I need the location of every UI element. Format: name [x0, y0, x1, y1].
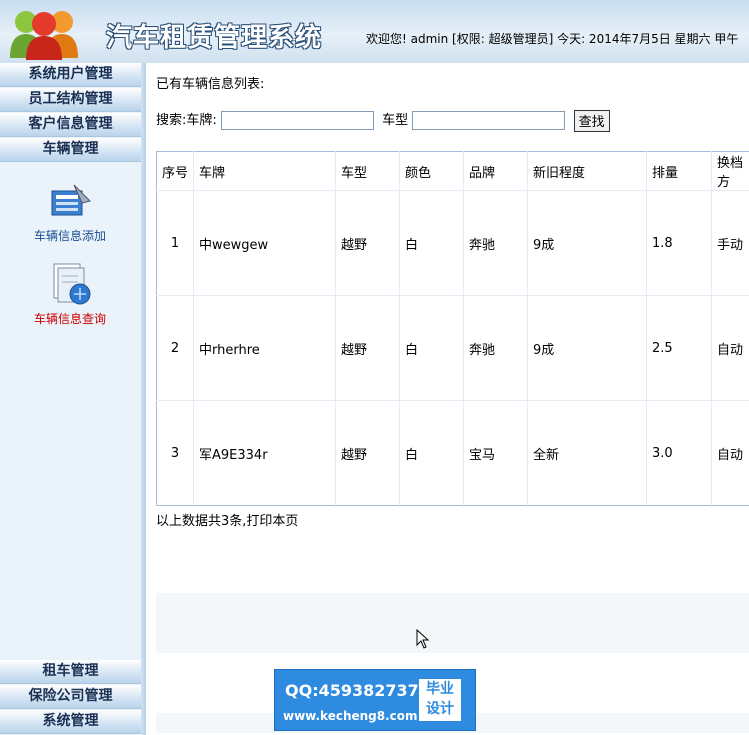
cell-index: 2	[156, 295, 194, 401]
mouse-cursor-icon	[416, 629, 430, 649]
list-heading: 已有车辆信息列表:	[156, 77, 265, 92]
main-content: 已有车辆信息列表: 搜索:车牌: 车型 查找 序号 车牌 车型 颜色 品牌 新旧…	[146, 63, 749, 735]
cell-brand: 宝马	[463, 400, 528, 506]
cell-type: 越野	[335, 400, 400, 506]
cell-condition: 全新	[527, 400, 647, 506]
cell-transmission: 手动	[711, 190, 749, 296]
app-header: 汽车租赁管理系统 欢迎您! admin [权限: 超级管理员] 今天: 2014…	[0, 0, 749, 64]
menu-system-users[interactable]: 系统用户管理	[0, 63, 141, 87]
sidebar: 系统用户管理 员工结构管理 客户信息管理 车辆管理 车辆信息添加 车辆信息查询 …	[0, 63, 141, 735]
watermark-badge: QQ:459382737 www.kecheng8.com 毕业 设计	[274, 669, 476, 731]
cell-displacement: 1.8	[646, 190, 712, 296]
cell-plate: 中wewgew	[193, 190, 336, 296]
cell-type: 越野	[335, 190, 400, 296]
cell-color: 白	[399, 400, 464, 506]
app-title: 汽车租赁管理系统	[106, 23, 323, 53]
col-plate: 车牌	[193, 151, 336, 191]
plate-search-input[interactable]	[220, 111, 374, 130]
menu-customer-info[interactable]: 客户信息管理	[0, 113, 141, 137]
cell-index: 3	[156, 400, 194, 506]
menu-insurance-company[interactable]: 保险公司管理	[0, 685, 141, 709]
tool-add-vehicle-label: 车辆信息添加	[33, 229, 106, 243]
table-row[interactable]: 1 中wewgew 越野 白 奔驰 9成 1.8 手动	[156, 190, 749, 296]
cell-transmission: 自动	[711, 295, 749, 401]
add-vehicle-icon	[51, 184, 91, 216]
query-vehicle-icon	[53, 263, 91, 305]
search-bar: 搜索:车牌: 车型 查找	[156, 109, 610, 132]
tool-add-vehicle[interactable]: 车辆信息添加	[20, 181, 120, 244]
watermark-tag-line2: 设计	[426, 701, 454, 717]
type-search-input[interactable]	[412, 111, 566, 130]
cell-displacement: 3.0	[646, 400, 712, 506]
record-count-note[interactable]: 以上数据共3条,打印本页	[156, 510, 298, 529]
tool-query-vehicle-label: 车辆信息查询	[33, 312, 106, 326]
table-header-row: 序号 车牌 车型 颜色 品牌 新旧程度 排量 换档方	[157, 151, 749, 191]
cell-type: 越野	[335, 295, 400, 401]
cell-condition: 9成	[527, 295, 647, 401]
vehicle-table: 序号 车牌 车型 颜色 品牌 新旧程度 排量 换档方 1 中wewgew 越野 …	[156, 151, 749, 506]
cell-color: 白	[399, 190, 464, 296]
search-button[interactable]: 查找	[573, 109, 610, 132]
watermark-tag-line1: 毕业	[426, 681, 454, 697]
table-row[interactable]: 2 中rherhre 越野 白 奔驰 9成 2.5 自动	[156, 295, 749, 401]
cell-plate: 中rherhre	[193, 295, 336, 401]
logo-icon	[10, 11, 78, 60]
watermark-tag: 毕业 设计	[419, 679, 461, 721]
cell-transmission: 自动	[711, 400, 749, 506]
menu-rental-management[interactable]: 租车管理	[0, 660, 141, 684]
col-transmission: 换档方	[711, 151, 749, 191]
cell-condition: 9成	[527, 190, 647, 296]
cell-brand: 奔驰	[463, 190, 528, 296]
col-brand: 品牌	[463, 151, 528, 191]
col-type: 车型	[335, 151, 400, 191]
cell-brand: 奔驰	[463, 295, 528, 401]
col-color: 颜色	[399, 151, 464, 191]
col-condition: 新旧程度	[527, 151, 647, 191]
tool-query-vehicle[interactable]: 车辆信息查询	[20, 260, 120, 327]
cell-plate: 军A9E334r	[193, 400, 336, 506]
menu-system-management[interactable]: 系统管理	[0, 710, 141, 734]
menu-vehicle-management[interactable]: 车辆管理	[0, 138, 141, 162]
col-displacement: 排量	[646, 151, 712, 191]
welcome-text: 欢迎您! admin [权限: 超级管理员] 今天: 2014年7月5日 星期六…	[366, 32, 739, 46]
watermark-url: www.kecheng8.com	[283, 709, 418, 723]
menu-employee-structure[interactable]: 员工结构管理	[0, 88, 141, 112]
cell-index: 1	[156, 190, 194, 296]
search-type-label: 车型	[382, 113, 409, 128]
search-plate-label: 搜索:车牌:	[156, 113, 217, 128]
col-index: 序号	[162, 165, 189, 181]
table-row[interactable]: 3 军A9E334r 越野 白 宝马 全新 3.0 自动	[156, 400, 749, 506]
cell-color: 白	[399, 295, 464, 401]
cell-displacement: 2.5	[646, 295, 712, 401]
watermark-qq: QQ:459382737	[285, 681, 419, 700]
